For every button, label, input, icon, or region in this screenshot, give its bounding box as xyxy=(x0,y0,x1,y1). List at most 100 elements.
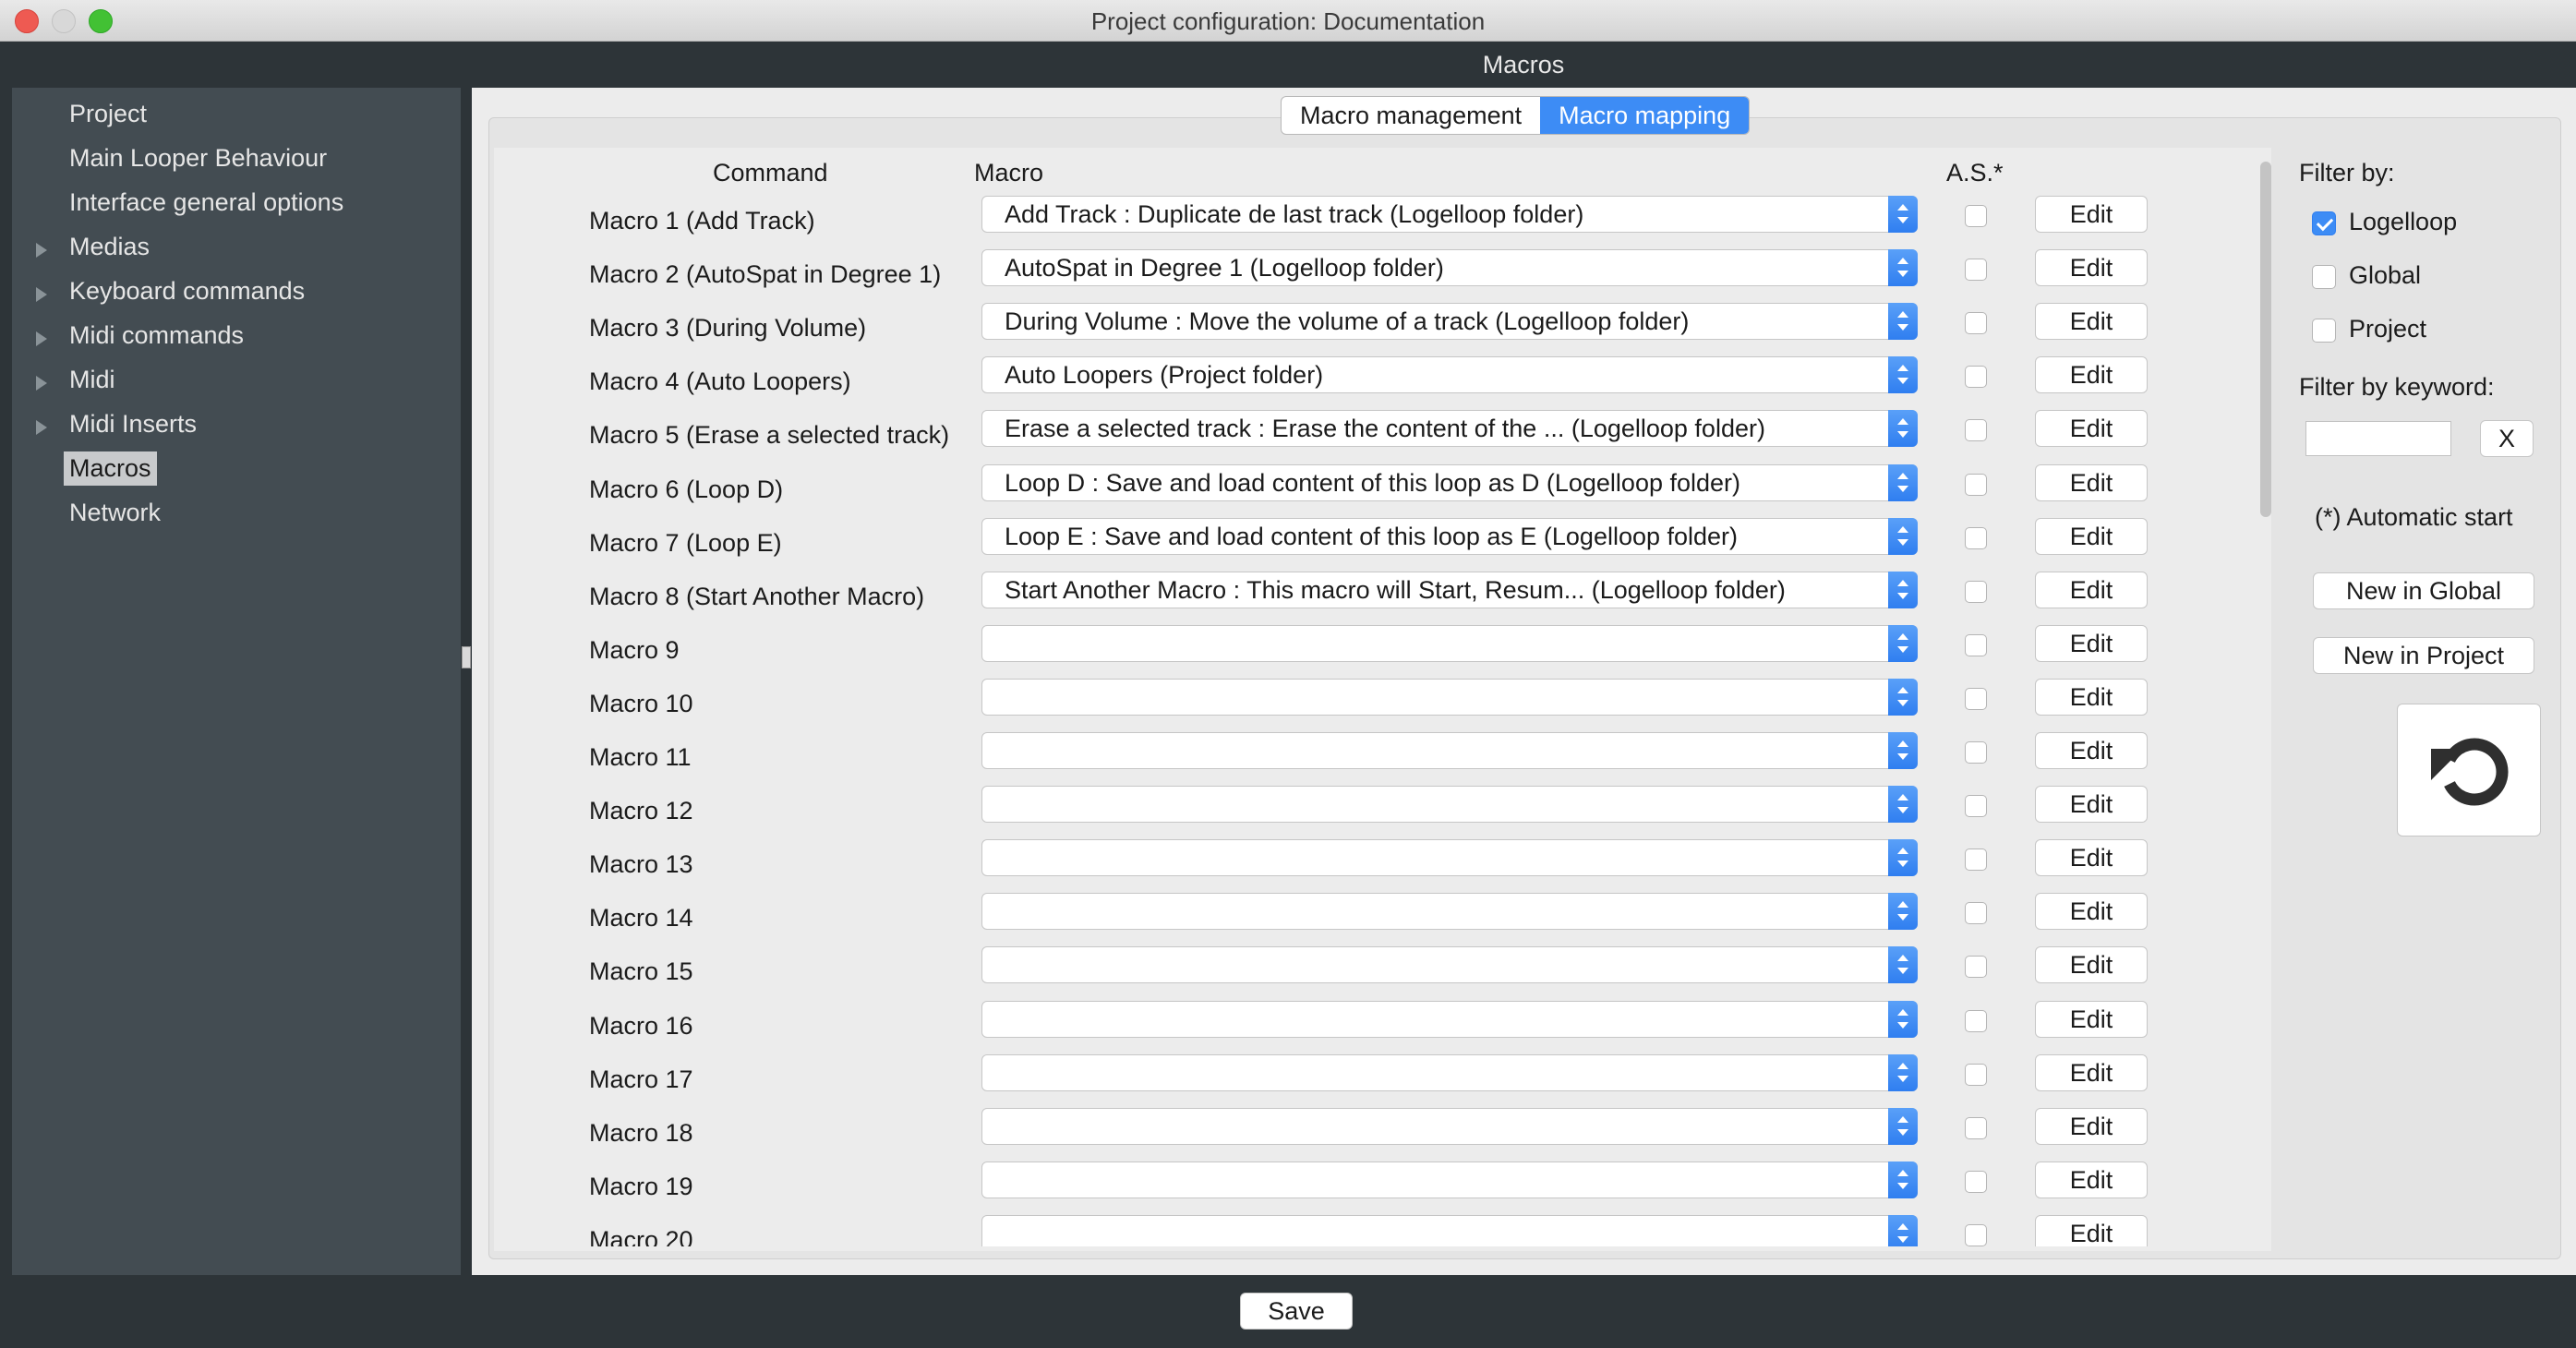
filter-keyword-input[interactable] xyxy=(2305,421,2451,456)
macro-select[interactable]: During Volume : Move the volume of a tra… xyxy=(981,303,1918,340)
autostart-checkbox[interactable] xyxy=(1965,634,1987,656)
chevron-updown-icon[interactable] xyxy=(1888,518,1918,555)
edit-button[interactable]: Edit xyxy=(2035,303,2148,340)
macro-select[interactable] xyxy=(981,625,1918,662)
table-row: Macro 7 (Loop E) Loop E : Save and load c… xyxy=(0,516,2216,570)
macro-select[interactable] xyxy=(981,1108,1918,1145)
edit-button[interactable]: Edit xyxy=(2035,839,2148,876)
macro-select[interactable]: Add Track : Duplicate de last track (Log… xyxy=(981,196,1918,233)
macro-select[interactable] xyxy=(981,1215,1918,1246)
edit-button[interactable]: Edit xyxy=(2035,679,2148,716)
macro-select[interactable]: Erase a selected track : Erase the conte… xyxy=(981,410,1918,447)
edit-button[interactable]: Edit xyxy=(2035,410,2148,447)
macro-select[interactable] xyxy=(981,786,1918,823)
filter-keyword-label: Filter by keyword: xyxy=(2299,373,2495,401)
edit-button[interactable]: Edit xyxy=(2035,1108,2148,1145)
chevron-updown-icon[interactable] xyxy=(1888,1215,1918,1246)
edit-button[interactable]: Edit xyxy=(2035,625,2148,662)
autostart-checkbox[interactable] xyxy=(1965,419,1987,441)
macro-select[interactable]: Loop D : Save and load content of this l… xyxy=(981,464,1918,501)
autostart-checkbox[interactable] xyxy=(1965,366,1987,388)
autostart-checkbox[interactable] xyxy=(1965,205,1987,227)
autostart-checkbox[interactable] xyxy=(1965,1224,1987,1246)
edit-button[interactable]: Edit xyxy=(2035,946,2148,983)
filter-global-checkbox[interactable] xyxy=(2312,265,2336,289)
autostart-checkbox[interactable] xyxy=(1965,1117,1987,1139)
edit-button[interactable]: Edit xyxy=(2035,249,2148,286)
macro-select[interactable]: Start Another Macro : This macro will St… xyxy=(981,572,1918,608)
edit-button[interactable]: Edit xyxy=(2035,1215,2148,1246)
autostart-checkbox[interactable] xyxy=(1965,688,1987,710)
command-label: Macro 11 xyxy=(589,743,692,771)
edit-button[interactable]: Edit xyxy=(2035,518,2148,555)
chevron-updown-icon[interactable] xyxy=(1888,679,1918,716)
autostart-checkbox[interactable] xyxy=(1965,312,1987,334)
autostart-checkbox[interactable] xyxy=(1965,1171,1987,1193)
table-row: Macro 15 Edit xyxy=(0,945,2216,998)
chevron-updown-icon[interactable] xyxy=(1888,1108,1918,1145)
chevron-updown-icon[interactable] xyxy=(1888,1161,1918,1198)
chevron-updown-icon[interactable] xyxy=(1888,356,1918,393)
autostart-checkbox[interactable] xyxy=(1965,795,1987,817)
macro-select[interactable] xyxy=(981,732,1918,769)
autostart-checkbox[interactable] xyxy=(1965,527,1987,549)
macro-select-value: Loop E : Save and load content of this l… xyxy=(1005,523,1739,550)
edit-button[interactable]: Edit xyxy=(2035,732,2148,769)
edit-button[interactable]: Edit xyxy=(2035,1054,2148,1091)
macro-select[interactable] xyxy=(981,893,1918,930)
autostart-checkbox[interactable] xyxy=(1965,581,1987,603)
autostart-checkbox[interactable] xyxy=(1965,1010,1987,1032)
command-label: Macro 16 xyxy=(589,1012,693,1040)
chevron-updown-icon[interactable] xyxy=(1888,1001,1918,1038)
macro-select-value: During Volume : Move the volume of a tra… xyxy=(1005,307,1690,335)
chevron-updown-icon[interactable] xyxy=(1888,839,1918,876)
macro-select[interactable] xyxy=(981,679,1918,716)
clear-keyword-button[interactable]: X xyxy=(2480,420,2534,457)
edit-button[interactable]: Edit xyxy=(2035,196,2148,233)
new-in-global-button[interactable]: New in Global xyxy=(2313,572,2534,609)
autostart-checkbox[interactable] xyxy=(1965,849,1987,871)
table-row: Macro 13 Edit xyxy=(0,837,2216,891)
macro-select[interactable]: Auto Loopers (Project folder) xyxy=(981,356,1918,393)
chevron-updown-icon[interactable] xyxy=(1888,893,1918,930)
command-label: Macro 18 xyxy=(589,1119,693,1147)
macro-select[interactable] xyxy=(981,839,1918,876)
macro-select[interactable] xyxy=(981,1161,1918,1198)
save-button[interactable]: Save xyxy=(1240,1293,1353,1330)
new-in-project-button[interactable]: New in Project xyxy=(2313,637,2534,674)
macro-select[interactable] xyxy=(981,1001,1918,1038)
autostart-checkbox[interactable] xyxy=(1965,956,1987,978)
chevron-updown-icon[interactable] xyxy=(1888,572,1918,608)
chevron-updown-icon[interactable] xyxy=(1888,249,1918,286)
autostart-checkbox[interactable] xyxy=(1965,1064,1987,1086)
autostart-checkbox[interactable] xyxy=(1965,741,1987,764)
macro-select[interactable]: Loop E : Save and load content of this l… xyxy=(981,518,1918,555)
reset-button[interactable] xyxy=(2397,704,2541,836)
table-row: Macro 5 (Erase a selected track) Erase a … xyxy=(0,408,2216,462)
filter-logelloop-checkbox[interactable] xyxy=(2312,211,2336,235)
autostart-checkbox[interactable] xyxy=(1965,902,1987,924)
edit-button[interactable]: Edit xyxy=(2035,786,2148,823)
vertical-scrollbar-thumb[interactable] xyxy=(2260,162,2271,517)
chevron-updown-icon[interactable] xyxy=(1888,1054,1918,1091)
edit-button[interactable]: Edit xyxy=(2035,356,2148,393)
chevron-updown-icon[interactable] xyxy=(1888,732,1918,769)
chevron-updown-icon[interactable] xyxy=(1888,946,1918,983)
macro-select[interactable] xyxy=(981,1054,1918,1091)
macro-select[interactable]: AutoSpat in Degree 1 (Logelloop folder) xyxy=(981,249,1918,286)
chevron-updown-icon[interactable] xyxy=(1888,464,1918,501)
chevron-updown-icon[interactable] xyxy=(1888,625,1918,662)
edit-button[interactable]: Edit xyxy=(2035,1161,2148,1198)
chevron-updown-icon[interactable] xyxy=(1888,786,1918,823)
edit-button[interactable]: Edit xyxy=(2035,893,2148,930)
edit-button[interactable]: Edit xyxy=(2035,572,2148,608)
chevron-updown-icon[interactable] xyxy=(1888,410,1918,447)
autostart-checkbox[interactable] xyxy=(1965,474,1987,496)
chevron-updown-icon[interactable] xyxy=(1888,303,1918,340)
chevron-updown-icon[interactable] xyxy=(1888,196,1918,233)
edit-button[interactable]: Edit xyxy=(2035,464,2148,501)
edit-button[interactable]: Edit xyxy=(2035,1001,2148,1038)
autostart-checkbox[interactable] xyxy=(1965,259,1987,281)
filter-project-checkbox[interactable] xyxy=(2312,319,2336,343)
macro-select[interactable] xyxy=(981,946,1918,983)
